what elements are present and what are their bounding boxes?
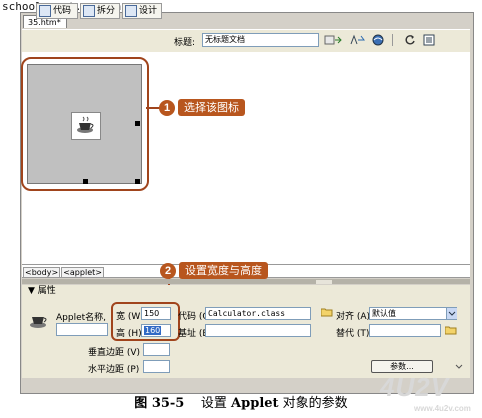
align-select-value: 默认值 [372, 309, 396, 318]
title-input[interactable]: 无标题文档 [202, 33, 319, 47]
caption-text-after: 对象的参数 [282, 396, 348, 411]
chevron-down-icon[interactable] [446, 308, 457, 319]
browser-check-icon[interactable] [372, 34, 386, 46]
design-view-label: 设计 [139, 6, 158, 16]
align-select[interactable]: 默认值 [369, 307, 457, 320]
applet-type-icon [27, 309, 51, 331]
split-view-icon [83, 5, 95, 17]
view-options-icon[interactable] [423, 34, 437, 46]
code-view-icon [39, 5, 51, 17]
callout-text-2: 设置宽度与高度 [179, 262, 268, 279]
code-view-button[interactable]: 代码 [36, 3, 78, 19]
caption-text-before: 设置 [200, 396, 227, 411]
vspace-input[interactable] [143, 343, 170, 356]
expand-arrow-icon[interactable] [454, 362, 464, 372]
tag-selector: <body> <applet> [23, 267, 104, 278]
splitter-grip[interactable] [316, 280, 332, 284]
refresh-icon[interactable] [404, 34, 416, 46]
split-view-label: 拆分 [97, 6, 116, 16]
alt-input[interactable] [369, 324, 441, 337]
design-view-button[interactable]: 设计 [122, 3, 162, 19]
applet-name-input[interactable] [56, 323, 108, 336]
caption-applet-word: Applet [231, 396, 279, 411]
tag-applet[interactable]: <applet> [61, 267, 104, 278]
file-management-icon[interactable] [324, 34, 342, 46]
callout-number-1: 1 [159, 100, 175, 116]
hspace-input[interactable] [143, 360, 170, 373]
code-browse-folder-icon[interactable] [320, 307, 333, 317]
code-input[interactable]: Calculator.class [205, 307, 311, 320]
base-input[interactable] [205, 324, 311, 337]
applet-name-label: Applet名称, [56, 313, 107, 323]
alt-browse-folder-icon[interactable] [444, 325, 457, 335]
callout-text-1: 选择该图标 [178, 99, 245, 116]
panel-splitter[interactable] [22, 279, 470, 284]
hspace-label: 水平边距 (P) [88, 365, 140, 375]
vspace-label: 垂直边距 (V) [88, 348, 141, 358]
callout-number-2: 2 [160, 263, 176, 279]
split-view-button[interactable]: 拆分 [80, 3, 120, 19]
preview-debug-icon[interactable] [348, 34, 366, 46]
properties-title: ▼ 属性 [28, 286, 56, 296]
figure-caption: 图 35-5 设置 Applet 对象的参数 [0, 392, 482, 411]
highlight-ring-applet [21, 57, 149, 191]
align-label: 对齐 (A) [336, 312, 371, 322]
design-view-icon [125, 5, 137, 17]
figure-number: 图 35-5 [134, 396, 185, 411]
code-view-label: 代码 [53, 6, 72, 16]
title-label: 标题: [174, 38, 196, 48]
tag-body[interactable]: <body> [23, 267, 61, 278]
toolbar-separator [392, 34, 393, 46]
highlight-ring-size [111, 302, 180, 341]
alt-label: 替代 (T) [336, 329, 370, 339]
